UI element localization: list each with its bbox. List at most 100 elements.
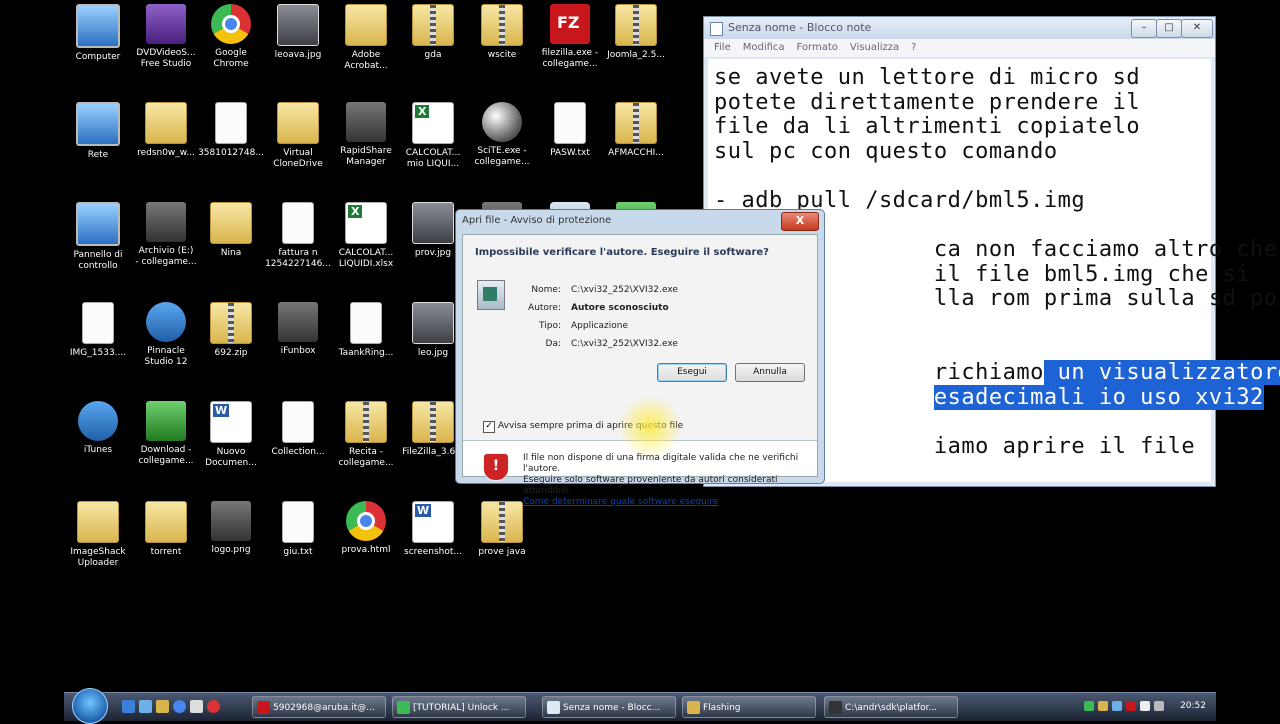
desktop-icon-label: leoava.jpg: [274, 50, 322, 60]
desktop-icon[interactable]: Pinnacle Studio 12: [132, 298, 200, 390]
taskbar-app-icon: [547, 701, 560, 714]
desktop-icon[interactable]: DVDVideoS... Free Studio: [132, 0, 200, 92]
desktop-icon[interactable]: Virtual CloneDrive: [264, 98, 332, 190]
desktop-icon[interactable]: TaankRing...: [332, 298, 400, 390]
desktop-icon[interactable]: PASW.txt: [536, 98, 604, 190]
desktop-icon[interactable]: iFunbox: [264, 298, 332, 390]
desktop-icon[interactable]: Download - collegame...: [132, 397, 200, 489]
desktop-icon[interactable]: AFMACCHI...: [602, 98, 670, 190]
always-warn-checkbox[interactable]: ✓: [483, 421, 495, 433]
run-button[interactable]: Esegui: [657, 363, 727, 382]
help-link[interactable]: Come determinare quale software eseguire: [523, 497, 817, 508]
chrome-icon[interactable]: [207, 700, 220, 713]
desktop-icon[interactable]: CALCOLAT... mio LIQUI...: [399, 98, 467, 190]
zip-icon: [615, 4, 657, 46]
photo-icon: [412, 302, 454, 344]
desktop-icon[interactable]: IMG_1533....: [64, 298, 132, 390]
taskbar-item[interactable]: 5902968@aruba.it@...: [252, 696, 386, 718]
desktop-icon[interactable]: Adobe Acrobat...: [332, 0, 400, 92]
taskbar-item[interactable]: Senza nome - Blocc...: [542, 696, 676, 718]
show-desktop-icon[interactable]: [122, 700, 135, 713]
desktop-icon[interactable]: prove java: [468, 497, 536, 589]
taskbar-item[interactable]: Flashing: [682, 696, 816, 718]
desktop-icon[interactable]: ImageShack Uploader: [64, 497, 132, 589]
gray-icon: [278, 302, 318, 342]
desktop-icon[interactable]: Recita - collegame...: [332, 397, 400, 489]
taskbar-item[interactable]: [TUTORIAL] Unlock ...: [392, 696, 526, 718]
desktop-icon[interactable]: torrent: [132, 497, 200, 589]
menu-item[interactable]: ?: [911, 42, 916, 53]
desktop-icon[interactable]: Pannello di controllo: [64, 198, 132, 290]
desktop-icon[interactable]: Nina: [197, 198, 265, 290]
warning-line-2: Eseguire solo software proveniente da au…: [523, 475, 778, 496]
cancel-button[interactable]: Annulla: [735, 363, 805, 382]
desktop-icon[interactable]: Computer: [64, 0, 132, 92]
tray-icon[interactable]: [1084, 701, 1094, 711]
desktop-icon[interactable]: Archivio (E:) - collegame...: [132, 198, 200, 290]
zip-icon: [481, 501, 523, 543]
folder-icon: [345, 4, 387, 46]
desktop-icon[interactable]: Joomla_2.5...: [602, 0, 670, 92]
menu-item[interactable]: Visualizza: [850, 42, 899, 53]
taskbar-item-label: Flashing: [703, 703, 741, 713]
desktop-icon[interactable]: Nuovo Documen...: [197, 397, 265, 489]
start-button[interactable]: [72, 688, 108, 724]
desktop-icon[interactable]: logo.png: [197, 497, 265, 589]
chrome-quicklaunch-icon[interactable]: [173, 700, 186, 713]
desktop-icon[interactable]: RapidShare Manager: [332, 98, 400, 190]
desktop-icon-label: SciTE.exe - collegame...: [474, 146, 530, 167]
desktop-icon-label: prove java: [478, 547, 526, 557]
desktop-icon[interactable]: SciTE.exe - collegame...: [468, 98, 536, 190]
desktop-icon-label: fattura n 1254227146...: [265, 248, 331, 269]
desktop-icon[interactable]: 692.zip: [197, 298, 265, 390]
minimize-button[interactable]: –: [1131, 19, 1157, 38]
desktop-icon[interactable]: giu.txt: [264, 497, 332, 589]
taskbar-item[interactable]: C:\andr\sdk\platfor...: [824, 696, 958, 718]
desktop-icon[interactable]: gda: [399, 0, 467, 92]
desktop-icon-label: logo.png: [211, 545, 251, 555]
volume-icon[interactable]: [1154, 701, 1164, 711]
maximize-button[interactable]: □: [1156, 19, 1182, 38]
desktop-icon[interactable]: filezilla.exe - collegame...: [536, 0, 604, 92]
close-button[interactable]: ✕: [1181, 19, 1213, 38]
desktop-icon-label: DVDVideoS... Free Studio: [136, 48, 196, 69]
desktop-icon[interactable]: prova.html: [332, 497, 400, 589]
desktop-icon[interactable]: 3581012748...: [197, 98, 265, 190]
text-line-content: file da li altrimenti copiatelo: [714, 114, 1141, 140]
desktop-icon[interactable]: redsn0w_w...: [132, 98, 200, 190]
network-icon[interactable]: [1140, 701, 1150, 711]
desktop-icon[interactable]: fattura n 1254227146...: [264, 198, 332, 290]
dialog-close-button[interactable]: X: [781, 212, 819, 231]
menu-item[interactable]: Modifica: [743, 42, 785, 53]
text-line: sul pc con questo comando: [714, 139, 1058, 164]
dialog-title: Apri file - Avviso di protezione: [462, 215, 612, 226]
tray-icon[interactable]: [1112, 701, 1122, 711]
menu-item[interactable]: Formato: [797, 42, 838, 53]
notepad-titlebar[interactable]: Senza nome - Blocco note – □ ✕: [704, 17, 1215, 39]
ie-icon[interactable]: [139, 700, 152, 713]
desktop-icon[interactable]: Rete: [64, 98, 132, 190]
desktop-icon-label: iTunes: [83, 445, 113, 455]
desktop-icon-label: prova.html: [341, 545, 391, 555]
monitor-icon: [76, 202, 120, 246]
media-icon[interactable]: [190, 700, 203, 713]
tray-icon[interactable]: [1126, 701, 1136, 711]
menu-item[interactable]: File: [714, 42, 731, 53]
explorer-icon[interactable]: [156, 700, 169, 713]
tray-icon[interactable]: [1098, 701, 1108, 711]
clock[interactable]: 20:52: [1180, 701, 1206, 711]
desktop-icon[interactable]: leoava.jpg: [264, 0, 332, 92]
desktop-icon-label: Pannello di controllo: [73, 250, 123, 271]
always-warn-label: Avvisa sempre prima di aprire questo fil…: [498, 421, 684, 431]
desktop-icon[interactable]: Collection...: [264, 397, 332, 489]
dialog-body: Impossibile verificare l'autore. Eseguir…: [462, 234, 818, 507]
desktop-icon[interactable]: wscite: [468, 0, 536, 92]
desktop-icon[interactable]: screenshot...: [399, 497, 467, 589]
desktop-icon[interactable]: iTunes: [64, 397, 132, 489]
desktop-icon[interactable]: Google Chrome: [197, 0, 265, 92]
warning-area: ! Il file non dispone di una firma digit…: [463, 441, 817, 507]
folder-icon: [210, 202, 252, 244]
desktop-icon-label: Collection...: [271, 447, 325, 457]
zip-icon: [412, 401, 454, 443]
desktop-icon[interactable]: CALCOLAT... LIQUIDI.xlsx: [332, 198, 400, 290]
